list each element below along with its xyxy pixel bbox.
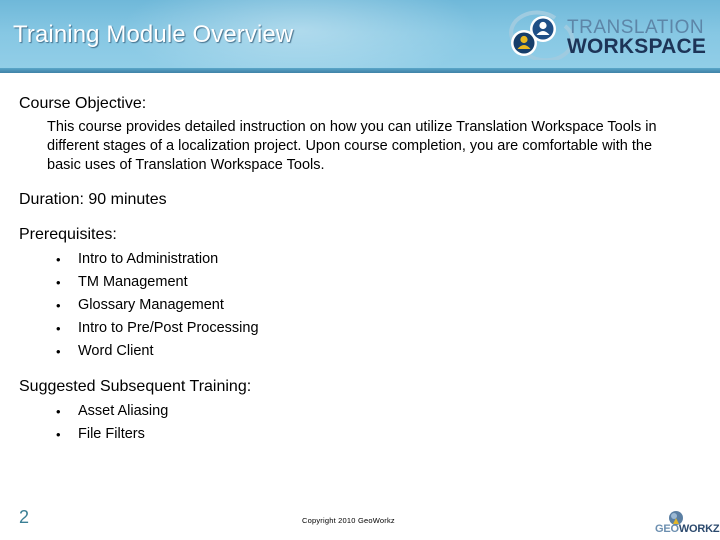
bullet-icon: • bbox=[56, 344, 61, 359]
page-number: 2 bbox=[19, 507, 30, 527]
list-item-text: Asset Aliasing bbox=[78, 403, 169, 419]
logo-text-geo: GEO bbox=[655, 523, 679, 535]
slide-content: Course Objective: This course provides d… bbox=[19, 94, 699, 446]
list-item: • TM Management bbox=[56, 271, 699, 294]
bullet-icon: • bbox=[56, 275, 61, 290]
geoworkz-logo-text: GEOWORKZ bbox=[655, 523, 720, 535]
bullet-icon: • bbox=[56, 321, 61, 336]
objective-text: This course provides detailed instructio… bbox=[47, 119, 657, 173]
list-item-text: File Filters bbox=[78, 426, 145, 442]
list-item: • File Filters bbox=[56, 423, 699, 446]
duration-label: Duration: 90 minutes bbox=[19, 191, 167, 208]
list-item-text: TM Management bbox=[78, 274, 188, 290]
slide: Training Module Overview TRANSLATION WOR… bbox=[0, 0, 720, 540]
prerequisites-list: • Intro to Administration • TM Management … bbox=[56, 248, 699, 363]
list-item-text: Word Client bbox=[78, 343, 154, 359]
list-item: • Glossary Management bbox=[56, 294, 699, 317]
copyright-text: Copyright 2010 GeoWorkz bbox=[302, 516, 395, 525]
logo-text-workspace: WORKSPACE bbox=[567, 35, 707, 58]
subsequent-training-list: • Asset Aliasing • File Filters bbox=[56, 400, 699, 446]
list-item-text: Intro to Administration bbox=[78, 251, 219, 267]
bullet-icon: • bbox=[56, 252, 61, 267]
logo-text-workz: WORKZ bbox=[678, 523, 720, 535]
bullet-icon: • bbox=[56, 404, 61, 419]
header-banner: Training Module Overview TRANSLATION WOR… bbox=[0, 0, 720, 73]
bullet-icon: • bbox=[56, 427, 61, 442]
list-item: • Asset Aliasing bbox=[56, 400, 699, 423]
prerequisites-heading: Prerequisites: bbox=[19, 226, 117, 243]
list-item: • Word Client bbox=[56, 340, 699, 363]
list-item: • Intro to Pre/Post Processing bbox=[56, 317, 699, 340]
subsequent-training-heading: Suggested Subsequent Training: bbox=[19, 378, 252, 395]
translation-workspace-logo: TRANSLATION WORKSPACE bbox=[505, 10, 720, 65]
geoworkz-logo: GEOWORKZ bbox=[655, 510, 720, 538]
objective-heading: Course Objective: bbox=[19, 95, 147, 112]
list-item-text: Glossary Management bbox=[78, 297, 224, 313]
slide-title: Training Module Overview bbox=[13, 21, 294, 48]
list-item: • Intro to Administration bbox=[56, 248, 699, 271]
list-item-text: Intro to Pre/Post Processing bbox=[78, 320, 259, 336]
bullet-icon: • bbox=[56, 298, 61, 313]
